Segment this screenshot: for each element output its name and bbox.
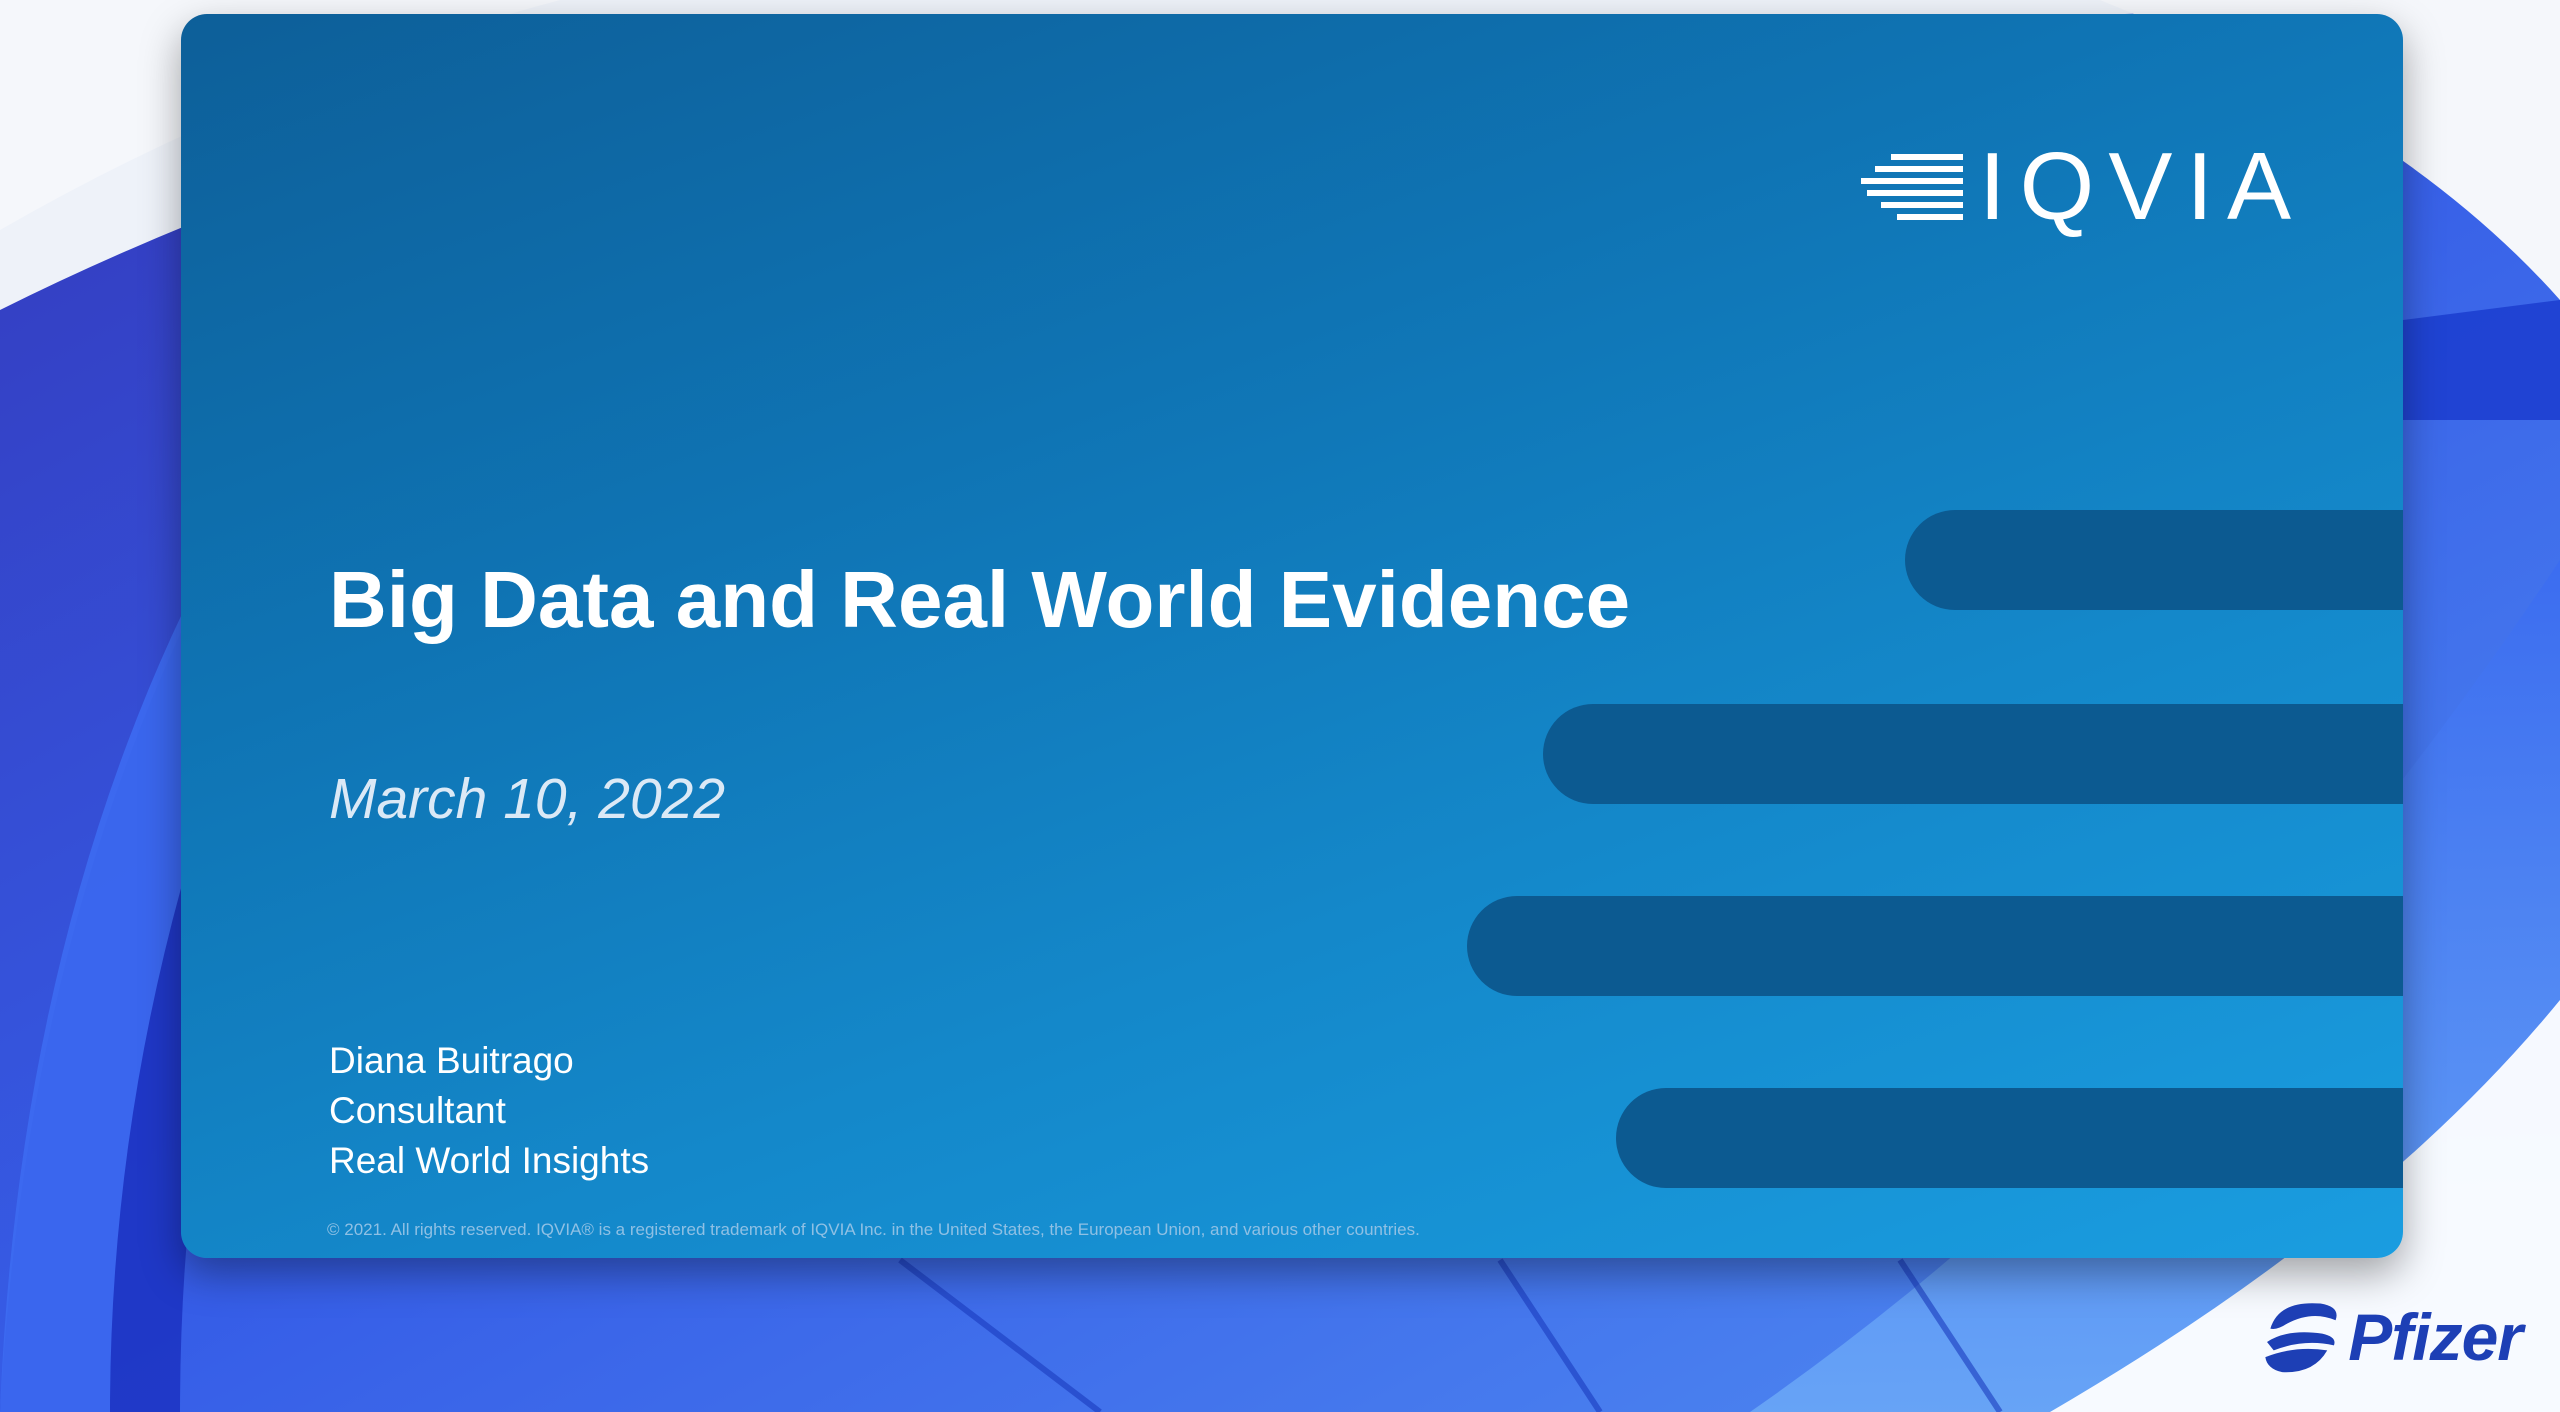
presenter-department: Real World Insights: [329, 1140, 650, 1181]
iqvia-logo: IQVIA: [1861, 132, 2361, 242]
presentation-slide: IQVIA Big Data and Real World Evidence M…: [181, 14, 2403, 1258]
decorative-bar-4: [1616, 1088, 2403, 1188]
decorative-bar-2: [1543, 704, 2403, 804]
presenter-info: Diana Buitrago Consultant Real World Ins…: [329, 1036, 649, 1186]
decorative-bar-1: [1905, 510, 2403, 610]
slide-title: Big Data and Real World Evidence: [329, 555, 1631, 644]
slide-date: March 10, 2022: [329, 767, 726, 831]
iqvia-logo-text: IQVIA: [1979, 133, 2306, 240]
presenter-role: Consultant: [329, 1090, 506, 1131]
pfizer-logo: Pfizer: [2262, 1282, 2523, 1392]
pfizer-logo-text: Pfizer: [2348, 1300, 2523, 1374]
pfizer-swirl-icon: [2265, 1303, 2337, 1373]
presenter-name: Diana Buitrago: [329, 1040, 574, 1081]
iqvia-lines-icon: [1861, 154, 1963, 220]
decorative-bar-3: [1467, 896, 2403, 996]
copyright-notice: © 2021. All rights reserved. IQVIA® is a…: [327, 1220, 1420, 1239]
